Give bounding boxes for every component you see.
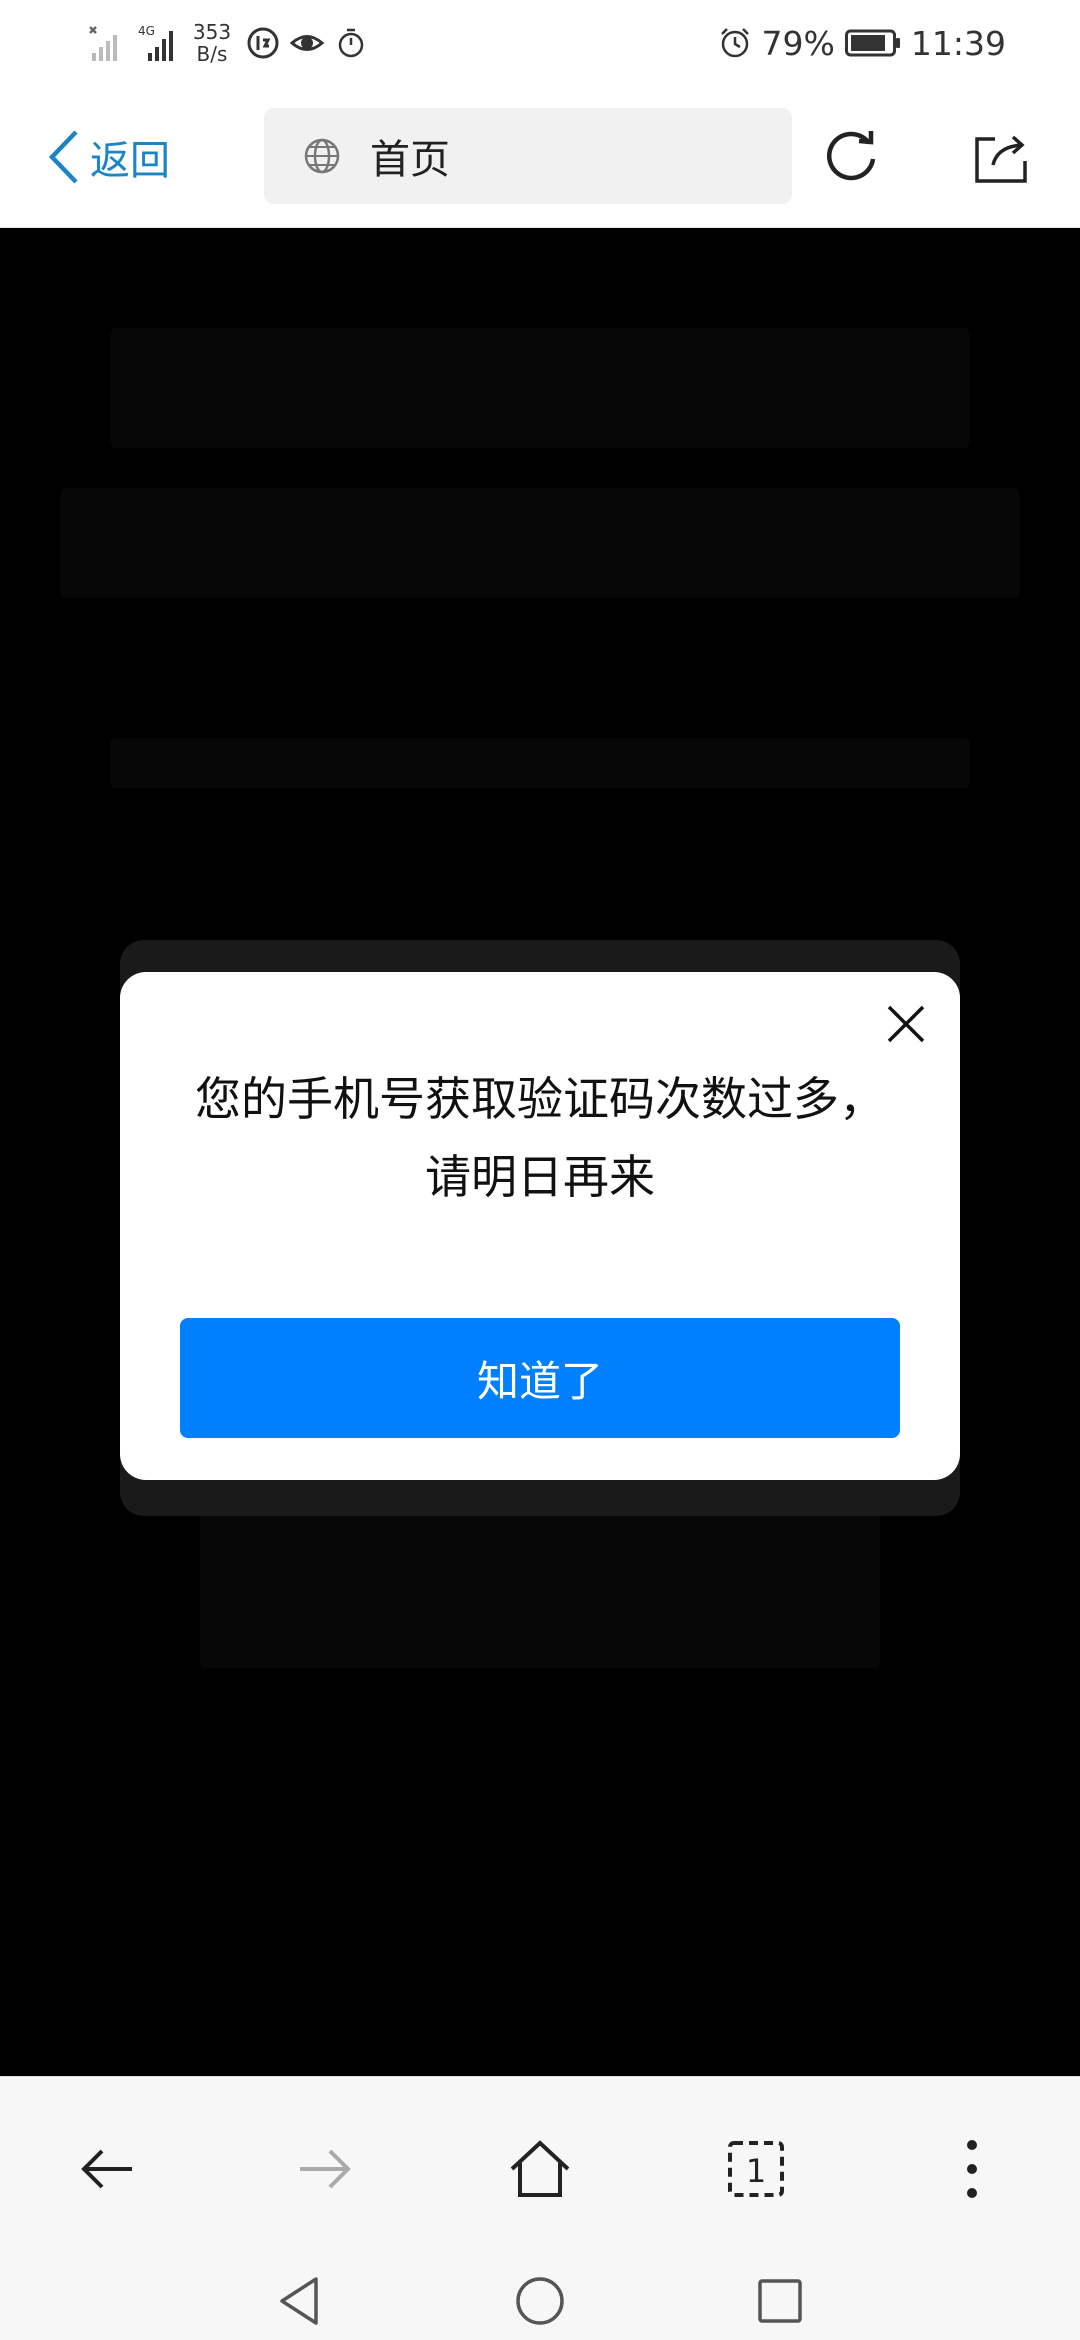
network-speed-unit: B/s (196, 42, 228, 66)
status-bar: 4G 353 B/s 79% 11:39 (0, 0, 1080, 86)
back-button[interactable]: 返回 (44, 122, 170, 192)
dialog-message-line2: 请明日再来 (425, 1150, 655, 1204)
refresh-button[interactable] (816, 122, 886, 192)
data-saver-icon (247, 27, 279, 59)
share-icon (975, 135, 1027, 183)
network-type-label: 4G (138, 24, 155, 38)
more-menu-button[interactable] (922, 2119, 1022, 2219)
share-button[interactable] (966, 122, 1036, 192)
system-nav-bar (0, 2262, 1080, 2340)
dialog-message-line1: 您的手机号获取验证码次数过多， (195, 1072, 885, 1126)
tabs-icon: 1 (728, 2141, 784, 2197)
triangle-back-icon (280, 2277, 318, 2325)
system-recents-button[interactable] (740, 2268, 820, 2334)
nav-forward-button[interactable] (274, 2119, 374, 2219)
alarm-icon (720, 28, 749, 58)
dimmed-headline (60, 488, 1020, 598)
arrow-left-icon (81, 2149, 132, 2189)
dimmed-text (110, 738, 970, 788)
home-button[interactable] (490, 2119, 590, 2219)
battery-icon (844, 29, 900, 57)
circle-home-icon (516, 2277, 564, 2325)
refresh-icon (827, 131, 876, 181)
square-recents-icon (758, 2279, 802, 2323)
system-back-button[interactable] (260, 2268, 340, 2334)
chevron-left-icon (48, 130, 78, 184)
browser-header: 返回 首页 (0, 86, 1080, 228)
home-icon (510, 2140, 570, 2197)
battery-percent: 79% (761, 23, 835, 63)
close-icon (887, 1005, 925, 1043)
tab-count: 1 (746, 2152, 766, 2190)
system-home-button[interactable] (500, 2268, 580, 2334)
dimmed-banner (110, 328, 970, 448)
back-label: 返回 (90, 138, 170, 184)
dialog-close-button[interactable] (880, 998, 932, 1050)
no-signal-icon (89, 26, 117, 61)
network-speed: 353 B/s (188, 21, 236, 65)
tabs-button[interactable]: 1 (706, 2119, 806, 2219)
arrow-right-icon (300, 2149, 351, 2189)
dialog-message: 您的手机号获取验证码次数过多， 请明日再来 (160, 1060, 920, 1216)
nav-back-button[interactable] (58, 2119, 158, 2219)
stopwatch-icon (338, 28, 364, 58)
confirm-button[interactable]: 知道了 (180, 1318, 900, 1438)
network-speed-value: 353 (192, 20, 232, 44)
signal-4g-icon: 4G (138, 24, 173, 61)
address-text: 首页 (370, 137, 450, 183)
browser-toolbar: 1 (0, 2076, 1080, 2262)
rate-limit-dialog: 您的手机号获取验证码次数过多， 请明日再来 知道了 (120, 972, 960, 1480)
clock-time: 11:39 (910, 23, 1006, 63)
globe-icon (304, 138, 340, 174)
address-bar[interactable]: 首页 (264, 108, 792, 204)
more-vertical-icon (967, 2140, 977, 2198)
eye-comfort-icon (290, 35, 324, 51)
